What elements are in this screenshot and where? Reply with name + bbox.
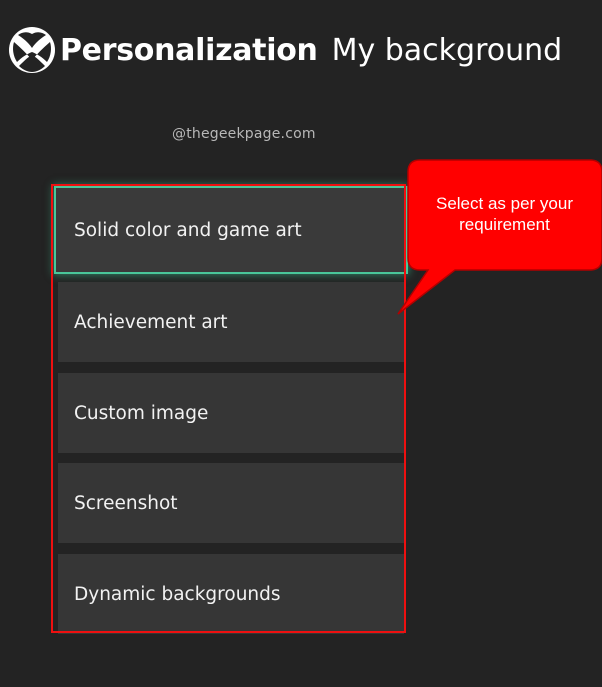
watermark: @thegeekpage.com	[172, 126, 316, 142]
header: Personalization My background	[8, 20, 562, 80]
page-title: Personalization	[60, 32, 318, 68]
xbox-logo-icon	[9, 27, 55, 73]
callout-text-line-1: Select as per your	[435, 194, 573, 213]
callout-text-line-2: requirement	[459, 215, 550, 234]
page-subtitle: My background	[331, 32, 563, 68]
callout-text: Select as per your requirement	[412, 193, 597, 235]
highlight-box	[51, 184, 406, 633]
